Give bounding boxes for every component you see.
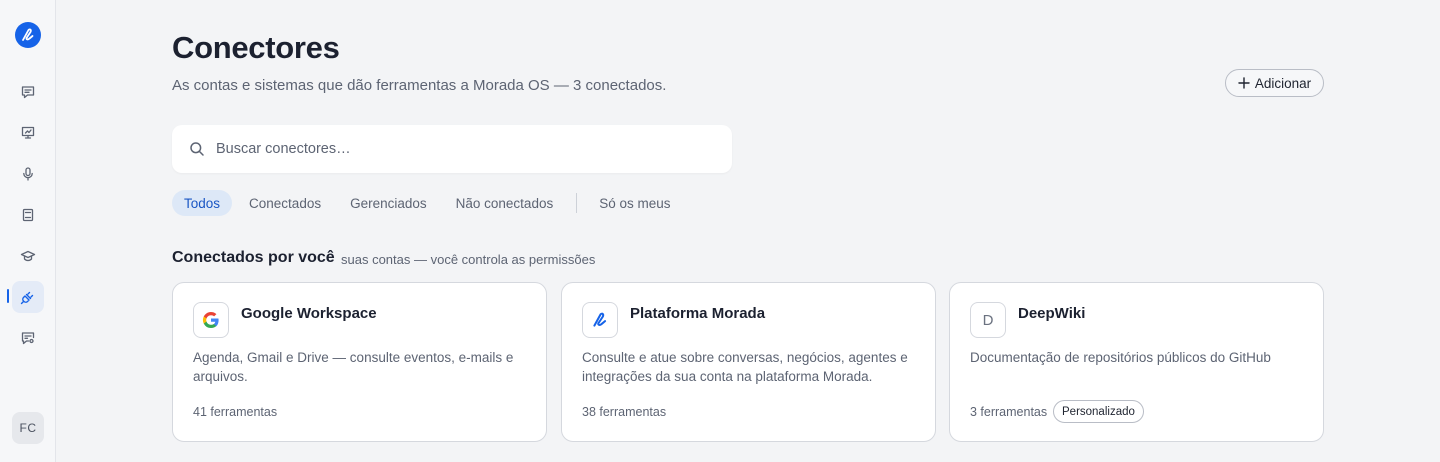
page-title: Conectores — [172, 30, 340, 65]
connector-card-deepwiki[interactable]: D DeepWiki Documentação de repositórios … — [949, 282, 1324, 442]
add-connector-button[interactable]: Adicionar — [1225, 69, 1324, 97]
page-subtitle: As contas e sistemas que dão ferramentas… — [172, 77, 667, 94]
morada-logo-icon — [582, 302, 618, 338]
icon-letter: D — [982, 311, 994, 329]
filter-all[interactable]: Todos — [172, 190, 233, 216]
filter-bar: Todos Conectados Gerenciados Não conecta… — [172, 190, 688, 216]
section-subtitle: suas contas — você controla as permissõe… — [341, 252, 596, 267]
connector-tool-count: 38 ferramentas — [582, 405, 667, 419]
connector-name: Google Workspace — [241, 305, 377, 322]
sidebar: FC — [0, 0, 56, 462]
google-icon — [193, 302, 229, 338]
sidebar-item-presentation[interactable] — [12, 117, 44, 149]
graduation-cap-icon — [20, 250, 36, 262]
connector-description: Consulte e atue sobre conversas, negócio… — [582, 350, 908, 384]
connector-card-google-workspace[interactable]: Google Workspace Agenda, Gmail e Drive —… — [172, 282, 547, 442]
avatar[interactable]: FC — [12, 412, 44, 444]
search-box — [172, 125, 732, 173]
connector-card-plataforma-morada[interactable]: Plataforma Morada Consulte e atue sobre … — [561, 282, 936, 442]
active-indicator — [7, 289, 9, 303]
filter-managed[interactable]: Gerenciados — [338, 190, 439, 216]
chat-icon — [21, 86, 35, 99]
filter-divider — [576, 193, 578, 213]
connector-name: Plataforma Morada — [630, 305, 766, 322]
section-title: Conectados por você — [172, 249, 335, 266]
sidebar-item-docs[interactable] — [12, 199, 44, 231]
connector-tool-count: 3 ferramentas — [970, 405, 1048, 419]
presentation-icon — [21, 126, 35, 139]
sidebar-item-support[interactable] — [12, 322, 44, 354]
letter-d-icon: D — [970, 302, 1006, 338]
sidebar-item-voice[interactable] — [12, 158, 44, 190]
plus-icon — [1238, 77, 1250, 89]
chat-settings-icon — [21, 332, 35, 345]
sidebar-item-learning[interactable] — [12, 240, 44, 272]
connector-description: Agenda, Gmail e Drive — consulte eventos… — [193, 350, 514, 384]
filter-not-connected[interactable]: Não conectados — [444, 190, 566, 216]
microphone-icon — [23, 167, 33, 181]
plug-icon — [20, 291, 34, 305]
connector-name: DeepWiki — [1018, 305, 1086, 322]
custom-badge: Personalizado — [1053, 400, 1144, 423]
add-button-label: Adicionar — [1254, 75, 1312, 91]
book-icon — [22, 208, 34, 222]
search-icon — [190, 142, 204, 156]
connector-tool-count: 41 ferramentas — [193, 405, 278, 419]
search-input[interactable] — [216, 137, 716, 161]
sidebar-item-chat[interactable] — [12, 76, 44, 108]
filter-connected[interactable]: Conectados — [237, 190, 333, 216]
connector-description: Documentação de repositórios públicos do… — [970, 350, 1271, 365]
filter-only-mine[interactable]: Só os meus — [587, 190, 682, 216]
morada-logo-icon[interactable] — [15, 22, 41, 48]
sidebar-item-connectors[interactable] — [12, 281, 44, 313]
